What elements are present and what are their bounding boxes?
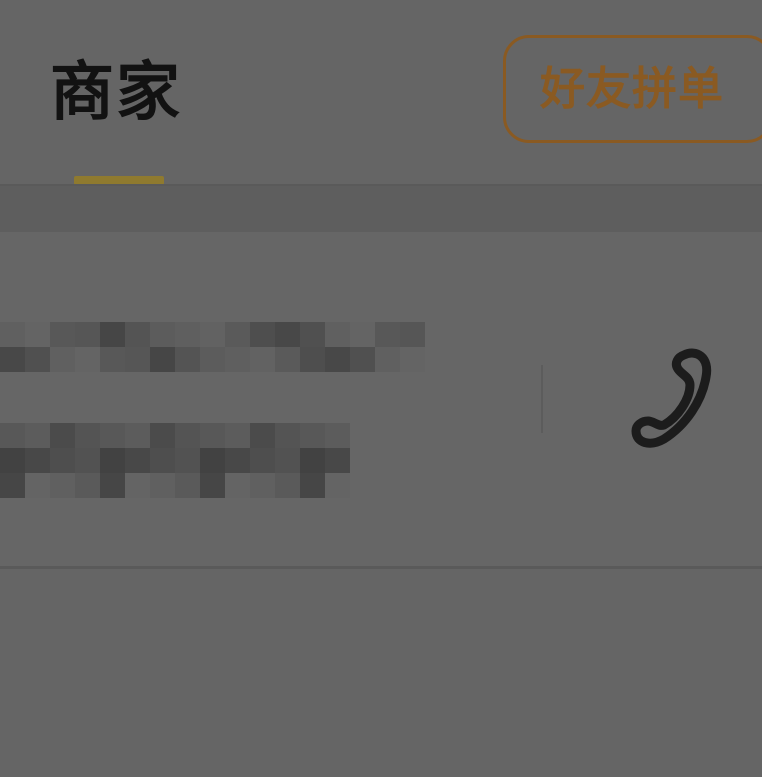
mosaic-cell xyxy=(100,347,125,372)
mosaic-cell xyxy=(75,423,100,448)
mosaic-cell xyxy=(250,473,275,498)
mosaic-cell xyxy=(175,423,200,448)
pixelated-merchant-address xyxy=(0,423,350,498)
mosaic-cell xyxy=(0,448,25,473)
mosaic-cell xyxy=(100,448,125,473)
mosaic-cell xyxy=(250,322,275,347)
mosaic-cell xyxy=(275,347,300,372)
mosaic-cell xyxy=(350,322,375,347)
mosaic-cell xyxy=(150,322,175,347)
mosaic-cell xyxy=(275,448,300,473)
row-vertical-divider xyxy=(541,365,543,433)
mosaic-cell xyxy=(275,322,300,347)
mosaic-cell xyxy=(125,423,150,448)
tab-bar: 商家 好友拼单 xyxy=(0,0,762,185)
mosaic-cell xyxy=(350,347,375,372)
mosaic-cell xyxy=(300,423,325,448)
mosaic-cell xyxy=(300,473,325,498)
mosaic-cell xyxy=(375,322,400,347)
mosaic-cell xyxy=(200,322,225,347)
mosaic-cell xyxy=(100,322,125,347)
mosaic-cell xyxy=(0,423,25,448)
mosaic-cell xyxy=(25,473,50,498)
mosaic-cell xyxy=(100,473,125,498)
mosaic-cell xyxy=(50,423,75,448)
mosaic-cell xyxy=(250,423,275,448)
phone-icon-svg xyxy=(631,348,712,448)
mosaic-cell xyxy=(150,473,175,498)
mosaic-cell xyxy=(0,347,25,372)
mosaic-cell xyxy=(200,473,225,498)
mosaic-cell xyxy=(75,347,100,372)
mosaic-cell xyxy=(250,448,275,473)
mosaic-cell xyxy=(200,347,225,372)
merchant-screen: 商家 好友拼单 xyxy=(0,0,762,777)
mosaic-cell xyxy=(150,423,175,448)
mosaic-cell xyxy=(325,448,350,473)
mosaic-cell xyxy=(300,448,325,473)
pixelated-merchant-name xyxy=(0,322,425,372)
mosaic-cell xyxy=(250,347,275,372)
mosaic-cell xyxy=(225,448,250,473)
row-bottom-divider xyxy=(0,566,762,569)
mosaic-cell xyxy=(25,347,50,372)
mosaic-cell xyxy=(275,423,300,448)
mosaic-cell xyxy=(0,473,25,498)
mosaic-cell xyxy=(0,322,25,347)
mosaic-cell xyxy=(175,322,200,347)
mosaic-cell xyxy=(125,473,150,498)
mosaic-cell xyxy=(200,448,225,473)
mosaic-cell xyxy=(275,473,300,498)
mosaic-cell xyxy=(50,473,75,498)
mosaic-cell xyxy=(25,423,50,448)
mosaic-cell xyxy=(125,322,150,347)
mosaic-cell xyxy=(150,448,175,473)
mosaic-cell xyxy=(125,347,150,372)
section-gap xyxy=(0,186,762,232)
phone-icon[interactable] xyxy=(626,345,722,453)
mosaic-cell xyxy=(25,448,50,473)
mosaic-cell xyxy=(400,347,425,372)
mosaic-cell xyxy=(325,347,350,372)
mosaic-cell xyxy=(50,322,75,347)
mosaic-cell xyxy=(325,322,350,347)
mosaic-cell xyxy=(75,448,100,473)
mosaic-cell xyxy=(225,347,250,372)
mosaic-cell xyxy=(325,423,350,448)
mosaic-cell xyxy=(325,473,350,498)
group-order-button[interactable]: 好友拼单 xyxy=(503,35,762,143)
tab-merchant[interactable]: 商家 xyxy=(50,48,182,138)
mosaic-cell xyxy=(150,347,175,372)
mosaic-cell xyxy=(400,322,425,347)
mosaic-cell xyxy=(375,347,400,372)
mosaic-cell xyxy=(75,473,100,498)
mosaic-cell xyxy=(300,347,325,372)
mosaic-cell xyxy=(225,473,250,498)
mosaic-cell xyxy=(100,423,125,448)
mosaic-cell xyxy=(50,347,75,372)
mosaic-cell xyxy=(175,347,200,372)
mosaic-cell xyxy=(175,448,200,473)
mosaic-cell xyxy=(225,423,250,448)
mosaic-cell xyxy=(300,322,325,347)
mosaic-cell xyxy=(25,322,50,347)
mosaic-cell xyxy=(225,322,250,347)
mosaic-cell xyxy=(125,448,150,473)
mosaic-cell xyxy=(75,322,100,347)
mosaic-cell xyxy=(50,448,75,473)
mosaic-cell xyxy=(200,423,225,448)
mosaic-cell xyxy=(175,473,200,498)
